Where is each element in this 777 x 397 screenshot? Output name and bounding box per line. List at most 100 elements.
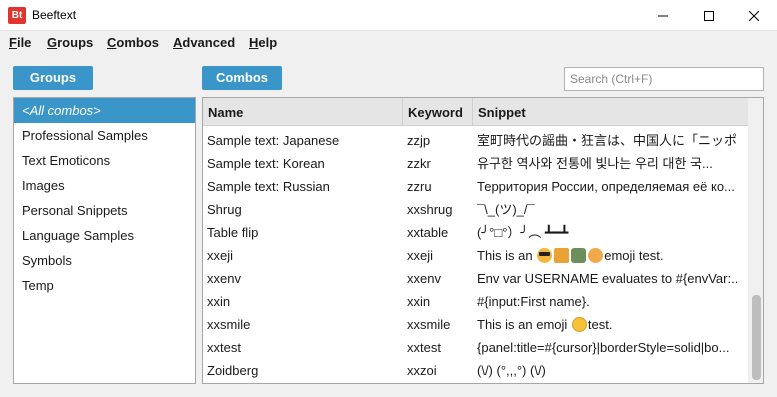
row-snippet: Территория России, определяемая её ко... (477, 179, 735, 194)
snippet-text-pre: This is an emoji (477, 317, 571, 332)
group-item-temp[interactable]: Temp (14, 273, 195, 298)
table-row[interactable]: xxtest xxtest {panel:title=#{cursor}|bor… (203, 336, 748, 359)
row-name: Sample text: Japanese (207, 133, 340, 148)
table-row[interactable]: xxin xxin #{input:First name}. (203, 290, 748, 313)
row-name: Zoidberg (207, 363, 259, 378)
minimize-icon (658, 15, 668, 16)
menu-file[interactable]: File (9, 35, 31, 50)
row-keyword: xxtable (407, 225, 449, 240)
vertical-scrollbar[interactable] (748, 98, 763, 383)
scrollbar-thumb[interactable] (752, 295, 761, 380)
table-row[interactable]: xxeji xxeji This is an emoji test. (203, 244, 748, 267)
combos-menu-button[interactable]: Combos (202, 66, 282, 90)
row-name: xxtest (207, 340, 241, 355)
close-button[interactable] (731, 0, 777, 31)
row-name: xxenv (207, 271, 241, 286)
combos-rows: Sample text: Japanese zzjp 室町時代の謡曲・狂言は、中… (203, 120, 748, 383)
row-keyword: xxeji (407, 248, 434, 263)
snippet-text-post: test. (587, 317, 613, 332)
menu-help[interactable]: Help (249, 35, 277, 50)
row-keyword: xxenv (407, 271, 441, 286)
row-snippet: ¯\_(ツ)_/¯ (477, 202, 535, 217)
table-row[interactable]: Sample text: Russian zzru Территория Рос… (203, 175, 748, 198)
menu-mnemonic: C (107, 35, 117, 50)
column-header-snippet[interactable]: Snippet (473, 98, 748, 126)
table-row[interactable]: Sample text: Korean zzkr 유구한 역사와 전통에 빛나는… (203, 152, 748, 175)
row-keyword: xxzoi (407, 363, 437, 378)
row-keyword: zzjp (407, 133, 431, 148)
sort-up-icon (298, 98, 308, 101)
group-item-personal-snippets[interactable]: Personal Snippets (14, 198, 195, 223)
table-row[interactable]: Sample text: Japanese zzjp 室町時代の謡曲・狂言は、中… (203, 129, 748, 152)
row-name: xxin (207, 294, 231, 309)
row-name: Table flip (207, 225, 259, 240)
snippet-text-pre: This is an (477, 248, 537, 263)
table-row[interactable]: Zoidberg xxzoi (\/) (°,,,°) (\/) (203, 359, 748, 382)
menu-mnemonic: F (9, 35, 17, 50)
table-row[interactable]: Table flip xxtable (╯°□°）╯︵ ┻━┻ (203, 221, 748, 244)
row-keyword: xxsmile (407, 317, 451, 332)
emoji-sunglasses-icon (537, 248, 553, 263)
row-snippet: 유구한 역사와 전통에 빛나는 우리 대한 국... (477, 156, 713, 171)
maximize-button[interactable] (686, 0, 732, 31)
row-keyword: xxshrug (407, 202, 453, 217)
table-row[interactable]: xxenv xxenv Env var USERNAME evaluates t… (203, 267, 748, 290)
emoji-gift-icon (554, 248, 570, 263)
search-input[interactable] (565, 68, 763, 90)
title-bar: Bt Beeftext (0, 0, 777, 31)
app-logo-icon: Bt (8, 7, 26, 24)
menu-label: dvanced (182, 35, 236, 50)
row-name: Shrug (207, 202, 242, 217)
maximize-icon (704, 10, 714, 21)
menu-label: roups (57, 35, 94, 50)
row-snippet: (╯°□°）╯︵ ┻━┻ (477, 225, 569, 240)
menu-groups[interactable]: Groups (47, 35, 93, 50)
row-name: Sample text: Russian (207, 179, 330, 194)
group-item-language-samples[interactable]: Language Samples (14, 223, 195, 248)
row-name: Sample text: Korean (207, 156, 325, 171)
row-snippet: Env var USERNAME evaluates to #{envVar:.… (477, 271, 739, 286)
combos-table[interactable]: Sample text: Japanese zzjp 室町時代の謡曲・狂言は、中… (202, 97, 764, 384)
menu-mnemonic: A (173, 35, 183, 50)
group-item-symbols[interactable]: Symbols (14, 248, 195, 273)
emoji-woman-icon (571, 248, 587, 263)
menu-combos[interactable]: Combos (107, 35, 159, 50)
row-snippet: {panel:title=#{cursor}|borderStyle=solid… (477, 340, 730, 355)
group-item-images[interactable]: Images (14, 173, 195, 198)
emoji-smile-icon (571, 317, 587, 332)
menu-bar: File Groups Combos Advanced Help (0, 32, 777, 54)
menu-label: ile (16, 35, 32, 50)
emoji-person-icon (588, 248, 604, 263)
minimize-button[interactable] (640, 0, 686, 31)
groups-list[interactable]: <All combos> Professional Samples Text E… (13, 97, 196, 384)
column-header-name[interactable]: Name (203, 98, 403, 126)
table-row[interactable]: Shrug xxshrug ¯\_(ツ)_/¯ (203, 198, 748, 221)
row-snippet: #{input:First name}. (477, 294, 590, 309)
close-icon (749, 10, 759, 21)
snippet-text-post: emoji test. (604, 248, 664, 263)
group-item-text-emoticons[interactable]: Text Emoticons (14, 148, 195, 173)
table-row[interactable]: xxsmile xxsmile This is an emoji test. (203, 313, 748, 336)
menu-label: elp (258, 35, 278, 50)
row-snippet: This is an emoji test. (477, 313, 739, 336)
group-item-all-combos[interactable]: <All combos> (14, 98, 195, 123)
menu-label: ombos (116, 35, 160, 50)
row-snippet: 室町時代の謡曲・狂言は、中国人に「ニッポン」... (477, 133, 739, 148)
group-item-professional-samples[interactable]: Professional Samples (14, 123, 195, 148)
row-keyword: zzkr (407, 156, 431, 171)
row-keyword: zzru (407, 179, 432, 194)
column-header-label: Name (208, 105, 244, 120)
row-keyword: xxin (407, 294, 431, 309)
menu-mnemonic: G (47, 35, 58, 50)
column-header-keyword[interactable]: Keyword (403, 98, 473, 126)
combos-table-header: Name Keyword Snippet (203, 98, 748, 126)
row-name: xxsmile (207, 317, 251, 332)
search-field[interactable] (564, 67, 764, 91)
row-name: xxeji (207, 248, 234, 263)
row-snippet: This is an emoji test. (477, 244, 739, 267)
menu-advanced[interactable]: Advanced (173, 35, 235, 50)
row-snippet: (\/) (°,,,°) (\/) (477, 363, 546, 378)
window-title: Beeftext (32, 8, 77, 22)
row-keyword: xxtest (407, 340, 441, 355)
groups-menu-button[interactable]: Groups (13, 66, 93, 90)
